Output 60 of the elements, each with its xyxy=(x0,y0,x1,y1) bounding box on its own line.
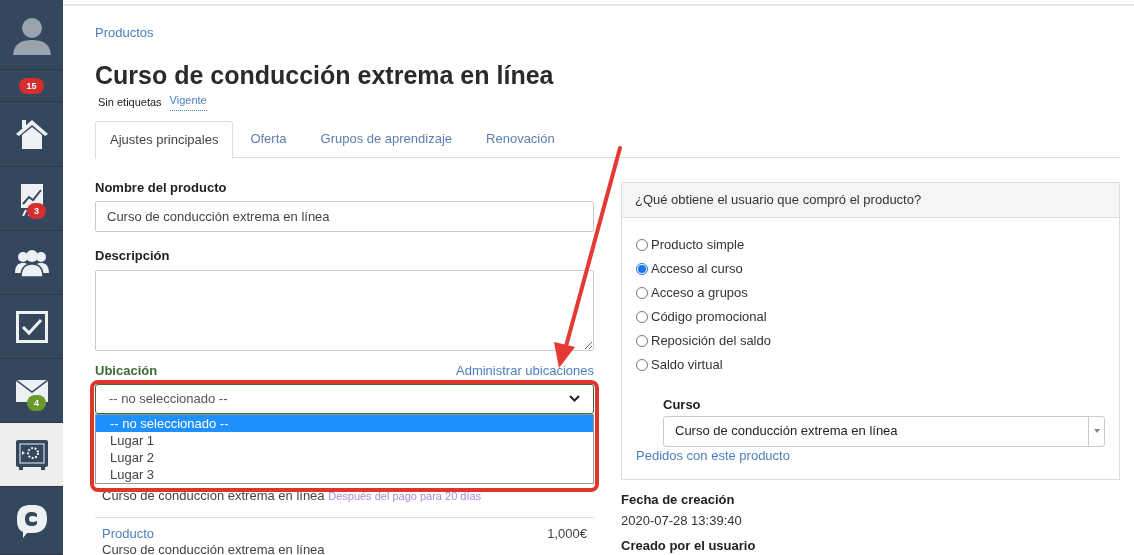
checkbox-icon xyxy=(15,310,48,343)
price-text: 1,000€ xyxy=(547,525,587,542)
field-label: Descripción xyxy=(95,247,171,264)
select-field[interactable]: -- no seleccionado -- xyxy=(95,383,594,414)
radio-option[interactable]: Producto simple xyxy=(636,232,1105,257)
field-label: Ubicación xyxy=(95,362,158,379)
radio-option[interactable]: Código promocional xyxy=(636,304,1105,329)
offer-name: Curso de conducción extrema en línea xyxy=(102,487,325,503)
count-badge: 3 xyxy=(27,203,46,219)
field-label: Nombre del producto xyxy=(95,179,228,196)
option-label: Acceso a grupos xyxy=(651,283,748,302)
tab[interactable]: Oferta xyxy=(233,120,304,158)
info-label: Creado por el usuario xyxy=(621,537,757,554)
radio-option[interactable]: Reposición del saldo xyxy=(636,328,1105,353)
tags-label: Sin etiquetas xyxy=(98,95,162,110)
manage-locations-link[interactable]: Administrar ubicaciones xyxy=(456,362,594,379)
count-badge: 4 xyxy=(27,395,46,411)
option-label: Saldo virtual xyxy=(651,355,723,374)
tab[interactable]: Grupos de aprendizaje xyxy=(303,120,470,158)
breadcrumb-link[interactable]: Productos xyxy=(95,25,154,40)
envelope-icon xyxy=(15,379,48,402)
radio-button[interactable] xyxy=(636,238,648,251)
page-title: Curso de conducción extrema en línea xyxy=(95,60,555,90)
option-label: Producto simple xyxy=(651,235,745,254)
chat-bubble-icon xyxy=(14,502,49,539)
radio-option[interactable]: Acceso al curso xyxy=(636,256,1105,281)
people-icon xyxy=(14,248,49,277)
sidebar-item[interactable] xyxy=(0,423,63,487)
product-label: Producto xyxy=(102,525,155,542)
caret-icon xyxy=(1093,429,1100,433)
radio-button[interactable] xyxy=(636,310,648,323)
radio-button[interactable] xyxy=(636,358,648,371)
textarea-field[interactable] xyxy=(95,269,594,351)
radio-button[interactable] xyxy=(636,334,648,347)
info-label: Fecha de creación xyxy=(621,491,736,508)
dropdown-option[interactable]: Lugar 2 xyxy=(96,448,593,466)
input-field[interactable]: Curso de conducción extrema en línea xyxy=(95,200,594,232)
safe-icon xyxy=(15,439,48,470)
count-badge: 15 xyxy=(19,77,44,94)
tab[interactable]: Ajustes principales xyxy=(95,120,234,159)
field-label: Curso xyxy=(663,396,702,413)
option-label: Acceso al curso xyxy=(651,259,743,278)
panel-header: ¿Qué obtiene el usuario que compró el producto? xyxy=(635,190,922,209)
select-field[interactable]: Curso de conducción extrema en línea xyxy=(663,415,1105,447)
radio-option[interactable]: Saldo virtual xyxy=(636,352,1105,377)
option-label: Código promocional xyxy=(651,307,767,326)
option-label: Reposición del saldo xyxy=(651,331,771,350)
radio-button[interactable] xyxy=(636,262,648,275)
tab[interactable]: Renovación xyxy=(469,120,572,158)
house-icon xyxy=(14,118,49,150)
offer-note: Después del pago para 20 días xyxy=(328,489,482,502)
radio-option[interactable]: Acceso a grupos xyxy=(636,280,1105,305)
dropdown-option[interactable]: Lugar 3 xyxy=(96,465,593,483)
chevron-icon xyxy=(569,395,580,402)
product-name: Curso de conducción extrema en línea xyxy=(102,541,326,555)
orders-link[interactable]: Pedidos con este producto xyxy=(636,447,1105,464)
dropdown-option[interactable]: Lugar 1 xyxy=(96,431,593,449)
status-link[interactable]: Vigente xyxy=(169,94,207,111)
radio-button[interactable] xyxy=(636,286,648,299)
info-value: 2020-07-28 13:39:40 xyxy=(621,512,743,529)
